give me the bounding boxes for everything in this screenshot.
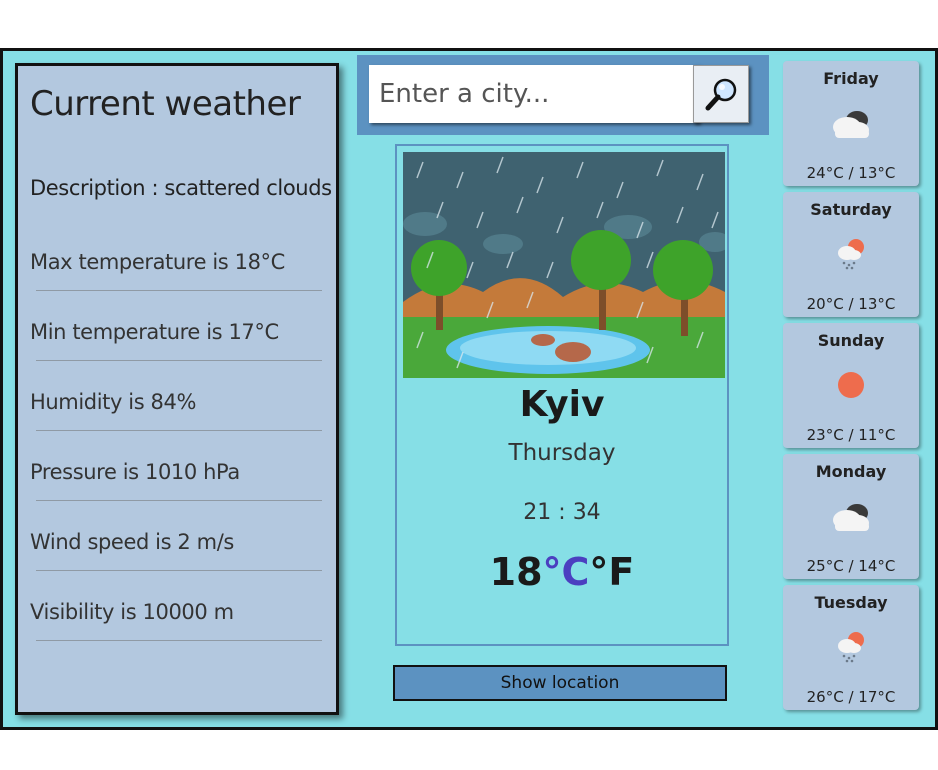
search-icon — [705, 78, 737, 111]
forecast-day-name: Monday — [815, 462, 887, 481]
cloudy-icon — [833, 111, 869, 138]
divider — [36, 500, 322, 501]
search-button[interactable] — [693, 65, 749, 123]
forecast-temp-range: 25°C / 14°C — [806, 557, 896, 575]
pressure: Pressure is 1010 hPa — [30, 460, 240, 484]
search-bar — [357, 55, 769, 135]
weather-description: Description : scattered clouds — [30, 176, 332, 200]
fahrenheit-toggle[interactable]: °F — [589, 550, 634, 594]
current-weather-panel: Current weather Description : scattered … — [15, 63, 339, 715]
current-weather-title: Current weather — [30, 84, 301, 124]
main-weather-card: Kyiv Thursday 21 : 34 18°C°F — [395, 144, 729, 646]
forecast-day-name: Friday — [823, 69, 879, 88]
rain-sun-icon — [838, 632, 864, 663]
forecast-day-name: Saturday — [810, 200, 892, 219]
weather-app: Current weather Description : scattered … — [0, 48, 938, 730]
forecast-day-name: Sunday — [817, 331, 885, 350]
current-time: 21 : 34 — [523, 500, 601, 525]
min-temperature: Min temperature is 17°C — [30, 320, 279, 344]
visibility: Visibility is 10000 m — [30, 600, 234, 624]
current-temperature: 18°C°F — [397, 550, 727, 594]
sun-icon — [838, 372, 864, 398]
divider — [36, 430, 322, 431]
forecast-day: Friday 24°C / 13°C — [783, 61, 919, 186]
wind-speed: Wind speed is 2 m/s — [30, 530, 234, 554]
divider — [36, 290, 322, 291]
divider — [36, 360, 322, 361]
humidity: Humidity is 84% — [30, 390, 197, 414]
rain-scene-illustration — [403, 152, 725, 378]
forecast-day: Sunday 23°C / 11°C — [783, 323, 919, 448]
forecast-day-name: Tuesday — [814, 593, 888, 612]
divider — [36, 570, 322, 571]
forecast-temp-range: 26°C / 17°C — [806, 688, 896, 706]
city-search-input[interactable] — [369, 65, 699, 123]
divider — [36, 640, 322, 641]
temperature-value: 18 — [489, 550, 543, 594]
forecast-day: Saturday 20°C / 13°C — [783, 192, 919, 317]
forecast-temp-range: 20°C / 13°C — [806, 295, 896, 313]
forecast-temp-range: 24°C / 13°C — [806, 164, 896, 182]
current-day: Thursday — [508, 440, 616, 466]
city-name: Kyiv — [519, 384, 605, 425]
max-temperature: Max temperature is 18°C — [30, 250, 285, 274]
forecast-day: Tuesday 26°C / 17°C — [783, 585, 919, 710]
rain-sun-icon — [838, 239, 864, 270]
cloudy-icon — [833, 504, 869, 531]
show-location-button[interactable]: Show location — [393, 665, 727, 701]
forecast-temp-range: 23°C / 11°C — [806, 426, 896, 444]
celsius-toggle[interactable]: °C — [543, 550, 590, 594]
forecast-day: Monday 25°C / 14°C — [783, 454, 919, 579]
